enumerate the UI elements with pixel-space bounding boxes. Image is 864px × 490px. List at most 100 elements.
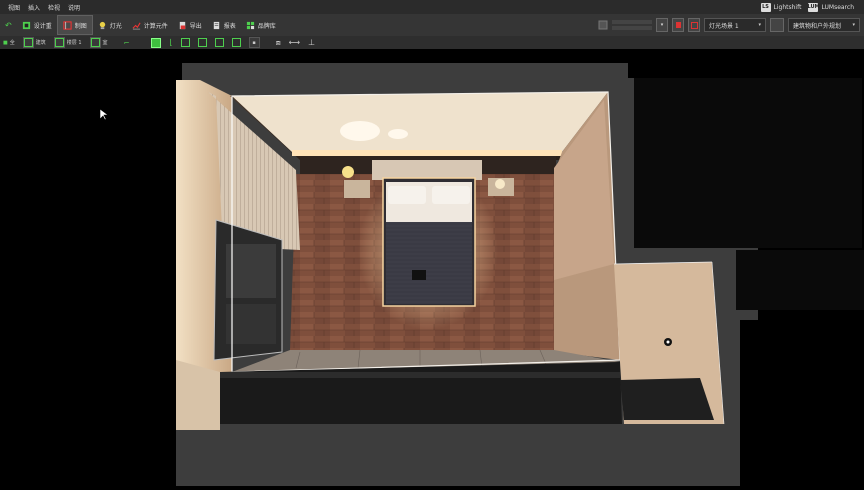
tool-outline-3[interactable]	[212, 38, 227, 47]
adjacent-room-2	[736, 250, 864, 310]
report-label: 报表	[223, 22, 236, 30]
back-wall	[232, 92, 608, 152]
export-button[interactable]: 导出	[173, 16, 207, 34]
lightshift-icon[interactable]: LS	[760, 2, 771, 12]
room-render[interactable]	[0, 49, 864, 486]
tool-outline-2[interactable]	[195, 38, 210, 47]
calc-component-button[interactable]: 计算元件	[127, 16, 173, 34]
tool-fit[interactable]: ⧈	[273, 38, 284, 48]
nightstand-left	[344, 180, 370, 198]
main-toolbar: ↶ 设计重 制图 灯光 计算元件 导出 报表 品牌库 ▾ 灯光场景 1 ▾ 建筑…	[0, 14, 864, 37]
outline-square-icon	[214, 38, 224, 47]
report-icon	[213, 21, 219, 29]
side-room-cabinet	[620, 378, 714, 420]
outline-square-icon	[231, 38, 241, 47]
calc-component-label: 计算元件	[143, 22, 168, 30]
room-label: 室	[102, 40, 108, 46]
room-item[interactable]: 室	[87, 37, 111, 48]
toolbar-right: ▾ 灯光场景 1 ▾ 建筑物和户外规划 ▾	[598, 16, 864, 34]
ceiling-light-small	[388, 129, 408, 139]
brand-library-button[interactable]: 品牌库	[241, 16, 281, 34]
view-all-icon: ■	[3, 39, 8, 46]
bed-tray	[412, 270, 426, 280]
light-scene-select[interactable]: 灯光场景 1 ▾	[704, 18, 766, 32]
tool-solid[interactable]	[148, 37, 164, 48]
lumsearch-icon[interactable]: LUM	[807, 2, 819, 12]
view-all-item[interactable]: ■ 全	[0, 39, 18, 47]
more-icon: ▪	[248, 37, 260, 48]
lamp-left	[342, 166, 354, 178]
ceiling-light	[340, 121, 380, 141]
status-hint	[612, 20, 652, 30]
headboard	[372, 160, 482, 180]
tool-height[interactable]: ⊥	[305, 38, 318, 47]
export-label: 导出	[189, 22, 202, 30]
outline-square-icon	[180, 38, 190, 47]
measure-icon: ⟷	[288, 38, 301, 47]
drawing-icon	[63, 20, 72, 30]
menu-item-inspect[interactable]: 检视	[48, 3, 60, 12]
grid-icon	[246, 21, 254, 29]
design-button[interactable]: 设计重	[17, 16, 57, 34]
plugin-area: LS Lightshift LUM LUMsearch	[760, 2, 864, 12]
adjacent-room	[634, 78, 862, 248]
light-scene-value: 灯光场景 1	[709, 22, 739, 30]
design-label: 设计重	[33, 22, 52, 30]
building-label: 建筑	[35, 40, 46, 46]
menu-item-insert[interactable]: 插入	[28, 3, 40, 12]
lightshift-label[interactable]: Lightshift	[774, 4, 802, 11]
report-button[interactable]: 报表	[207, 16, 241, 34]
drawing-label: 制图	[74, 22, 87, 30]
design-icon	[22, 21, 30, 29]
3d-viewport[interactable]	[0, 49, 864, 486]
menu-item-help[interactable]: 说明	[68, 3, 80, 12]
floor-icon	[53, 37, 65, 48]
floor-label: 楼层 1	[66, 40, 82, 46]
view-all-label: 全	[9, 40, 15, 46]
snap-item[interactable]: ⌐	[121, 39, 133, 47]
outline-square-icon	[197, 38, 207, 47]
pillow-right	[432, 186, 470, 204]
dropdown-toggle[interactable]: ▾	[656, 18, 668, 32]
tool-more[interactable]: ▪	[246, 37, 263, 48]
menu-item-view[interactable]: 视图	[8, 3, 20, 12]
chart-icon	[132, 22, 141, 29]
solid-square-icon	[151, 37, 162, 48]
building-filter-value: 建筑物和户外规划	[793, 22, 842, 30]
building-item[interactable]: 建筑	[20, 37, 49, 48]
building-icon	[22, 37, 34, 48]
menu-bar: 视图 插入 检视 说明 LS Lightshift LUM LUMsearch	[0, 0, 864, 14]
scene-settings-button[interactable]	[770, 18, 784, 32]
red-record-button[interactable]	[672, 18, 684, 32]
bed-sheet	[386, 220, 472, 304]
sub-toolbar: ■ 全 建筑 楼层 1 室 ⌐ ⌊ ▪ ⧈ ⟷ ⊥	[0, 36, 864, 49]
export-icon	[179, 21, 185, 29]
red-stop-button[interactable]	[688, 18, 700, 32]
undo-icon[interactable]: ↶	[5, 21, 12, 30]
lamp-icon	[99, 21, 105, 29]
brand-library-label: 品牌库	[257, 22, 276, 30]
room-icon	[89, 37, 101, 48]
tool-outline-4[interactable]	[229, 38, 244, 47]
l-shape-icon: ⌊	[169, 38, 173, 47]
building-filter-select[interactable]: 建筑物和户外规划 ▾	[788, 18, 860, 32]
scene-icon	[598, 20, 608, 30]
lamp-right	[495, 179, 505, 189]
lighting-label: 灯光	[109, 22, 122, 30]
chevron-down-icon: ▾	[758, 22, 761, 28]
tool-l-shape[interactable]: ⌊	[166, 38, 175, 47]
fit-icon: ⧈	[275, 37, 281, 47]
snap-icon: ⌐	[123, 38, 130, 47]
drawing-button[interactable]: 制图	[56, 15, 93, 35]
tool-outline-1[interactable]	[178, 38, 193, 47]
lumsearch-label[interactable]: LUMsearch	[821, 4, 854, 11]
chevron-down-icon: ▾	[852, 22, 855, 28]
undo-redo[interactable]: ↶	[0, 16, 17, 34]
front-cabinet	[220, 362, 622, 424]
mouse-cursor-icon	[100, 109, 108, 121]
tool-measure[interactable]: ⟷	[286, 38, 303, 47]
floor-item[interactable]: 楼层 1	[51, 37, 85, 48]
pillow-left	[388, 186, 426, 204]
lighting-button[interactable]: 灯光	[93, 16, 127, 34]
height-icon: ⊥	[308, 38, 316, 47]
